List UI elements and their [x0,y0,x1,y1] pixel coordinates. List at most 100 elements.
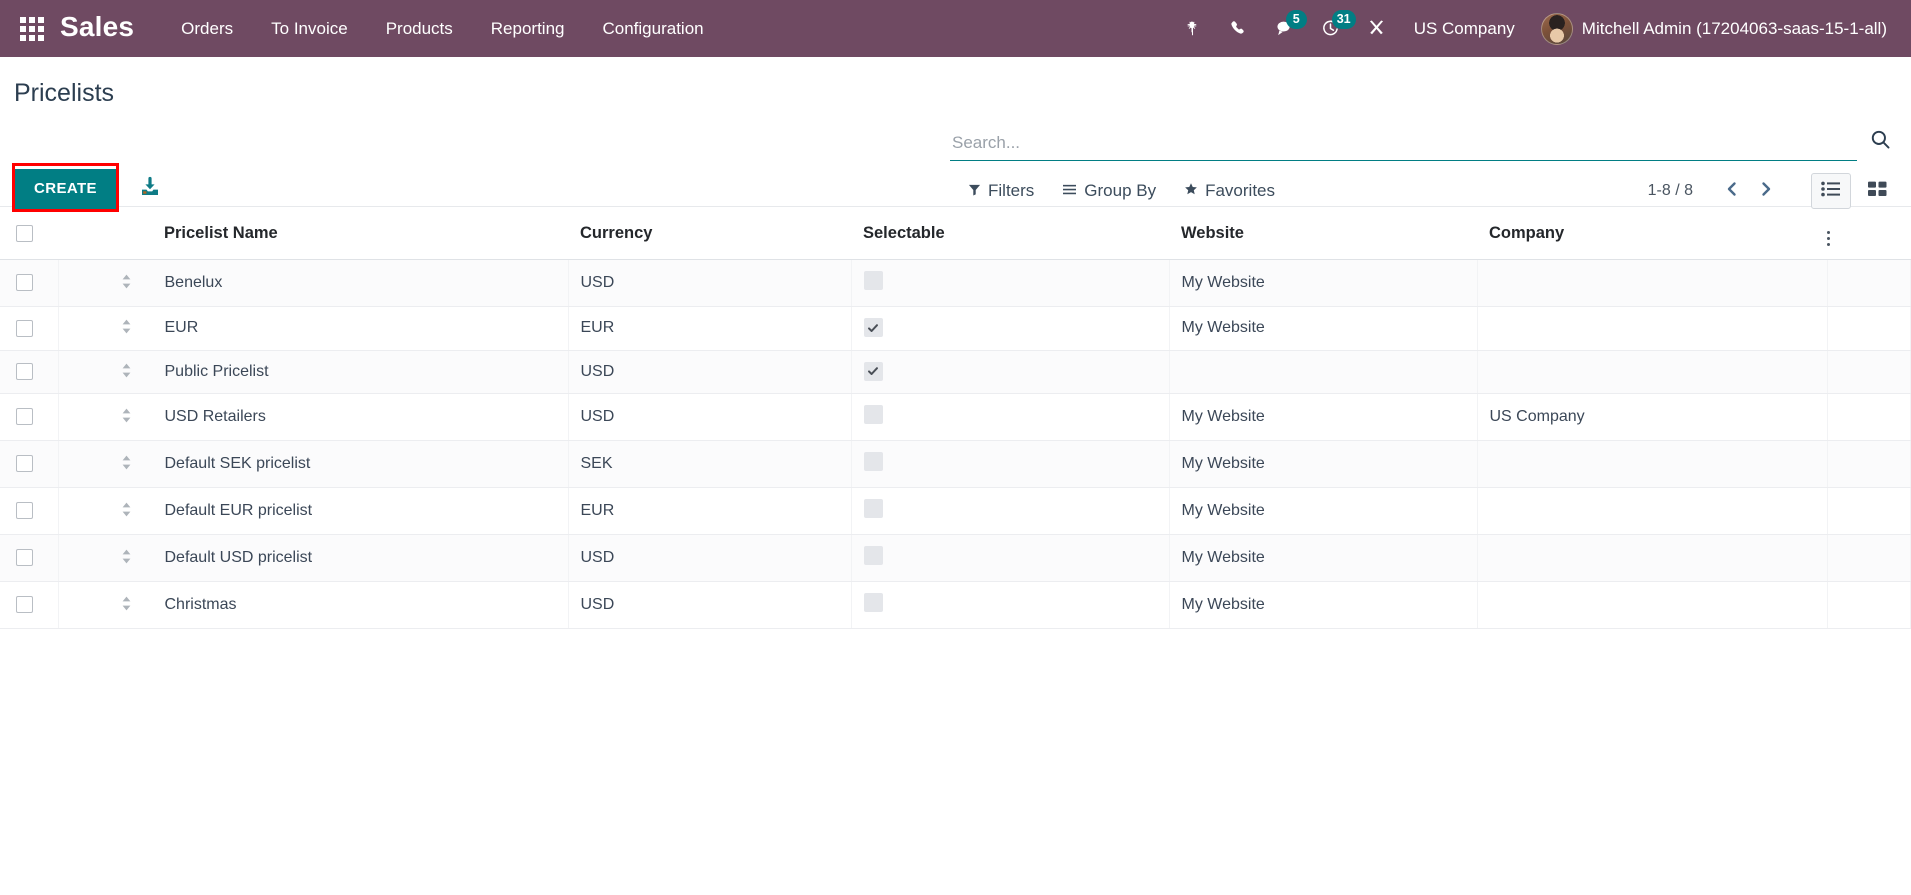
cell-selectable[interactable] [851,306,1170,351]
cell-currency[interactable]: EUR [568,487,852,535]
row-select-checkbox[interactable] [16,319,33,337]
table-row[interactable]: Benelux USD My Website [0,259,1911,307]
table-row[interactable]: Default EUR pricelist EUR My Website [0,487,1911,535]
developer-tools-button[interactable] [1356,8,1398,50]
cell-selectable[interactable] [851,440,1170,488]
select-all-checkbox[interactable] [16,224,33,242]
apps-menu-toggle[interactable] [10,7,54,51]
cell-company[interactable] [1477,440,1828,488]
group-by-dropdown[interactable]: Group By [1062,181,1156,201]
cell-currency[interactable]: USD [568,259,852,307]
cell-currency[interactable]: EUR [568,306,852,351]
table-row[interactable]: EUR EUR My Website [0,306,1911,351]
filters-dropdown[interactable]: Filters [968,181,1034,201]
menu-item-orders[interactable]: Orders [162,11,252,47]
column-header-website[interactable]: Website [1169,207,1477,260]
column-header-pricelist-name[interactable]: Pricelist Name [58,207,568,260]
import-records-button[interactable] [133,171,167,205]
bug-report-button[interactable] [1172,8,1214,50]
row-select-checkbox[interactable] [16,549,33,567]
cell-company[interactable] [1477,581,1828,629]
cell-website[interactable]: My Website [1169,534,1478,582]
search-submit-button[interactable] [1863,125,1897,159]
column-header-selectable[interactable]: Selectable [851,207,1169,260]
cell-company[interactable]: US Company [1477,393,1828,441]
row-select-checkbox[interactable] [16,502,33,520]
cell-selectable[interactable] [851,534,1170,582]
cell-currency[interactable]: USD [568,534,852,582]
cell-selectable[interactable] [851,393,1170,441]
selectable-checkbox[interactable] [863,452,883,471]
column-header-company[interactable]: Company [1477,207,1827,260]
row-select-checkbox[interactable] [16,408,33,426]
cell-company[interactable] [1477,306,1828,351]
activities-button[interactable]: 31 [1310,8,1356,50]
company-switcher[interactable]: US Company [1398,11,1531,47]
menu-item-to-invoice[interactable]: To Invoice [252,11,367,47]
messaging-button[interactable]: 5 [1264,8,1307,50]
cell-selectable[interactable] [851,350,1170,394]
cell-website[interactable]: My Website [1169,487,1478,535]
voip-phone-button[interactable] [1218,8,1260,50]
row-select-checkbox[interactable] [16,596,33,614]
selectable-checkbox[interactable] [863,318,883,337]
cell-company[interactable] [1477,534,1828,582]
cell-pricelist-name[interactable]: EUR [58,306,569,351]
column-header-currency[interactable]: Currency [568,207,851,260]
selectable-checkbox[interactable] [863,546,883,565]
cell-company[interactable] [1477,487,1828,535]
menu-item-reporting[interactable]: Reporting [472,11,584,47]
cell-website[interactable]: My Website [1169,306,1478,351]
pager-next-button[interactable] [1749,175,1783,207]
cell-currency[interactable]: USD [568,393,852,441]
vertical-dots-icon[interactable] [1827,231,1840,246]
favorites-dropdown[interactable]: Favorites [1184,181,1275,201]
cell-pricelist-name[interactable]: Benelux [58,259,569,307]
selectable-checkbox[interactable] [863,405,883,424]
selectable-checkbox[interactable] [863,361,883,381]
table-row[interactable]: USD Retailers USD My Website US Company [0,393,1911,441]
row-drag-handle[interactable] [121,319,135,334]
cell-currency[interactable]: USD [568,350,852,394]
table-row[interactable]: Public Pricelist USD [0,350,1911,394]
row-select-checkbox[interactable] [16,363,33,381]
cell-pricelist-name[interactable]: Christmas [58,581,569,629]
kanban-view-button[interactable] [1857,173,1897,209]
cell-website[interactable]: My Website [1169,259,1478,307]
row-drag-handle[interactable] [121,408,135,423]
user-menu[interactable]: Mitchell Admin (17204063-saas-15-1-all) [1531,9,1893,49]
pager-previous-button[interactable] [1715,175,1749,207]
selectable-checkbox[interactable] [863,593,883,612]
row-drag-handle[interactable] [121,274,135,289]
cell-pricelist-name[interactable]: Public Pricelist [58,350,569,394]
list-view-button[interactable] [1811,173,1851,209]
row-drag-handle[interactable] [121,502,135,517]
row-select-checkbox[interactable] [16,455,33,473]
app-brand-title[interactable]: Sales [60,11,134,46]
cell-pricelist-name[interactable]: Default USD pricelist [58,534,569,582]
cell-selectable[interactable] [851,487,1170,535]
table-row[interactable]: Default SEK pricelist SEK My Website [0,440,1911,488]
row-drag-handle[interactable] [121,455,135,470]
cell-currency[interactable]: SEK [568,440,852,488]
menu-item-products[interactable]: Products [367,11,472,47]
row-drag-handle[interactable] [121,549,135,564]
menu-item-configuration[interactable]: Configuration [584,11,723,47]
cell-company[interactable] [1477,259,1828,307]
cell-selectable[interactable] [851,581,1170,629]
cell-pricelist-name[interactable]: USD Retailers [58,393,569,441]
cell-website[interactable]: My Website [1169,440,1478,488]
selectable-checkbox[interactable] [863,499,883,518]
cell-pricelist-name[interactable]: Default SEK pricelist [58,440,569,488]
cell-website[interactable]: My Website [1169,393,1478,441]
cell-company[interactable] [1477,350,1828,394]
cell-selectable[interactable] [851,259,1170,307]
table-row[interactable]: Christmas USD My Website [0,581,1911,629]
row-drag-handle[interactable] [121,596,135,611]
search-input[interactable] [950,127,1857,159]
cell-pricelist-name[interactable]: Default EUR pricelist [58,487,569,535]
cell-website[interactable]: My Website [1169,581,1478,629]
create-button[interactable]: CREATE [15,169,116,209]
cell-website[interactable] [1169,350,1478,394]
row-select-checkbox[interactable] [16,274,33,292]
